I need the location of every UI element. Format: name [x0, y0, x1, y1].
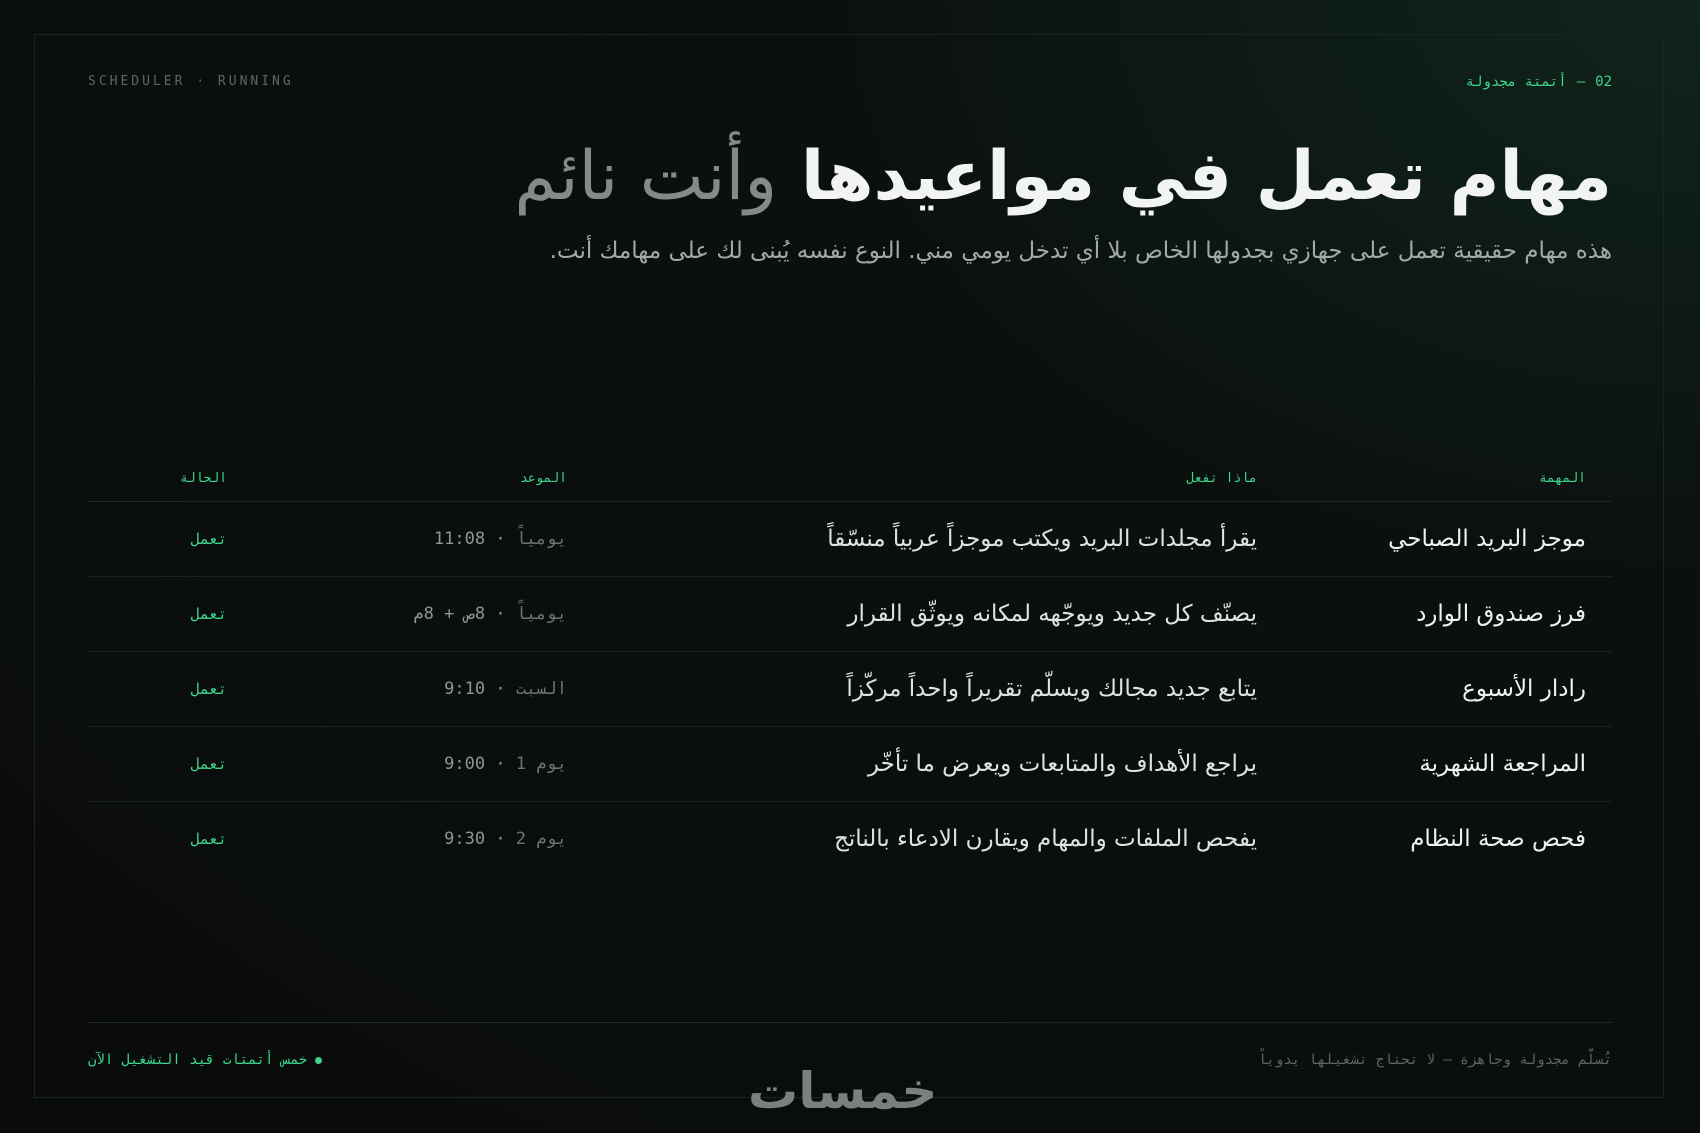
running-indicator: خمس أتمتات قيد التشغيل الآن	[88, 1052, 323, 1068]
header-schedule: الموعد	[520, 470, 567, 486]
schedule-time: 9:10	[444, 679, 486, 699]
task-name: فرز صندوق الوارد	[1416, 601, 1586, 627]
section-title: أتمتة مجدولة	[1465, 74, 1567, 90]
footer-note: تُسلَّم مجدولة وجاهزة — لا تحتاج تشغيلها…	[1257, 1052, 1612, 1068]
table-row: المراجعة الشهرية يراجع الأهداف والمتابعا…	[88, 727, 1612, 802]
status-badge: تعمل	[190, 755, 227, 773]
schedule-day: يومياً	[515, 529, 567, 549]
running-count: خمس أتمتات قيد التشغيل الآن	[88, 1052, 308, 1068]
task-description: يقرأ مجلدات البريد ويكتب موجزاً عربياً م…	[827, 526, 1257, 552]
task-schedule: يوم 1 · 9:00	[444, 754, 567, 774]
table-row: رادار الأسبوع يتابع جديد مجالك ويسلّم تق…	[88, 652, 1612, 727]
schedule-day: السبت	[515, 679, 567, 699]
header-description: ماذا تفعل	[1186, 470, 1257, 486]
schedule-time: 9:00	[444, 754, 486, 774]
table-row: فرز صندوق الوارد يصنّف كل جديد ويوجّهه ل…	[88, 577, 1612, 652]
status-badge: تعمل	[190, 530, 227, 548]
schedule-time: 9:30	[444, 829, 486, 849]
task-schedule: يومياً · 11:08	[433, 529, 567, 549]
brand-logo: خمسات	[748, 1062, 938, 1120]
section-number: 02	[1595, 74, 1612, 90]
task-schedule: يوم 2 · 9:30	[444, 829, 567, 849]
table-row: فحص صحة النظام يفحص الملفات والمهام ويقا…	[88, 802, 1612, 876]
page-title: مهام تعمل في مواعيدها وأنت نائم	[514, 132, 1612, 222]
table-row: موجز البريد الصباحي يقرأ مجلدات البريد و…	[88, 502, 1612, 577]
task-name: موجز البريد الصباحي	[1388, 526, 1586, 552]
task-name: رادار الأسبوع	[1462, 676, 1586, 702]
status-badge: تعمل	[190, 605, 227, 623]
title-strong: مهام تعمل في مواعيدها	[800, 137, 1612, 216]
scheduler-status: SCHEDULER · RUNNING	[88, 74, 294, 89]
section-label: 02 — أتمتة مجدولة	[1466, 74, 1612, 90]
footer-divider	[88, 1022, 1612, 1023]
automations-table: المهمة ماذا تفعل الموعد الحالة موجز البر…	[88, 455, 1612, 876]
table-header: المهمة ماذا تفعل الموعد الحالة	[88, 455, 1612, 502]
task-schedule: يومياً · 8ص + 8م	[413, 604, 567, 624]
title-soft: وأنت نائم	[514, 137, 778, 216]
running-dot-icon	[315, 1056, 323, 1064]
task-description: يتابع جديد مجالك ويسلّم تقريراً واحداً م…	[846, 676, 1257, 702]
task-description: يفحص الملفات والمهام ويقارن الادعاء بالن…	[834, 826, 1257, 852]
page-subtitle: هذه مهام حقيقية تعمل على جهازي بجدولها ا…	[549, 238, 1612, 264]
schedule-time: 8ص + 8م	[413, 604, 486, 624]
section-dash: —	[1576, 74, 1586, 90]
header-task: المهمة	[1539, 470, 1586, 486]
schedule-day: يوم 1	[515, 754, 567, 774]
task-description: يراجع الأهداف والمتابعات ويعرض ما تأخّر	[867, 751, 1257, 777]
schedule-time: 11:08	[433, 529, 486, 549]
status-badge: تعمل	[190, 680, 227, 698]
task-name: فحص صحة النظام	[1410, 826, 1586, 852]
task-schedule: السبت · 9:10	[444, 679, 567, 699]
schedule-day: يوم 2	[515, 829, 567, 849]
task-description: يصنّف كل جديد ويوجّهه لمكانه ويوثّق القر…	[847, 601, 1257, 627]
status-badge: تعمل	[190, 830, 227, 848]
task-name: المراجعة الشهرية	[1419, 751, 1586, 777]
schedule-day: يومياً	[515, 604, 567, 624]
header-status: الحالة	[180, 470, 227, 486]
